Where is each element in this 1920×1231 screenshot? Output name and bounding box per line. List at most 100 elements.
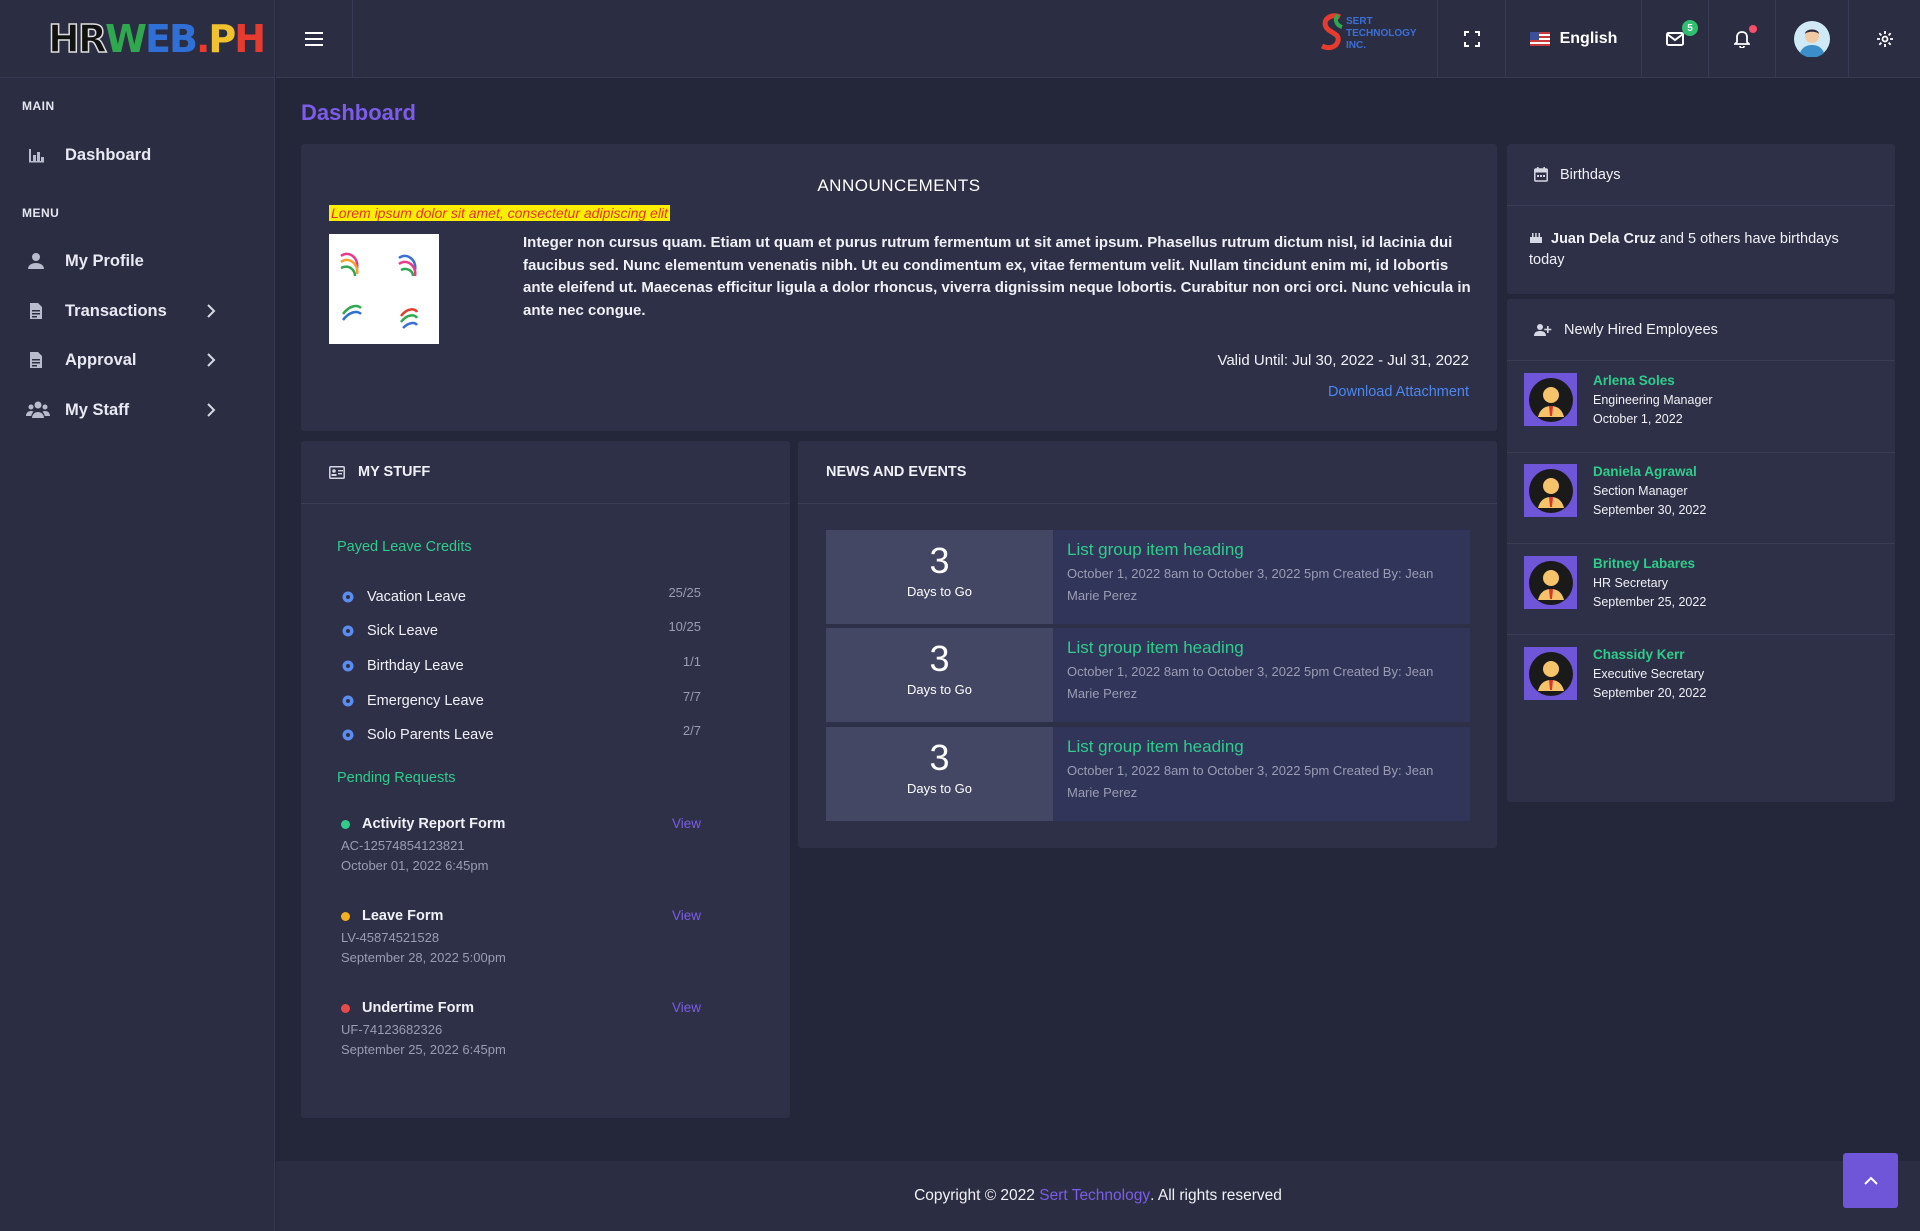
footer-company-link[interactable]: Sert Technology [1039, 1187, 1150, 1205]
announcement-valid-until: Valid Until: Jul 30, 2022 - Jul 31, 2022 [1217, 352, 1469, 369]
employee-item[interactable]: Chassidy Kerr Executive Secretary Septem… [1524, 637, 1894, 727]
leave-value: 2/7 [682, 723, 701, 738]
request-date: September 25, 2022 6:45pm [341, 1042, 506, 1057]
sidebar-section-main: MAIN [22, 99, 55, 113]
employee-name: Arlena Soles [1593, 373, 1675, 388]
settings-button[interactable] [1848, 0, 1920, 78]
document-icon [30, 352, 42, 368]
request-title: Undertime Form [362, 1000, 474, 1016]
footer-suffix: . All rights reserved [1150, 1187, 1282, 1204]
topbar: SERT TECHNOLOGY INC. English 5 [276, 0, 1920, 78]
days-label: Days to Go [906, 781, 973, 796]
avatar [1794, 21, 1830, 57]
news-text: List group item heading October 1, 2022 … [1067, 540, 1467, 607]
sidebar-item-my-profile[interactable]: My Profile [0, 241, 275, 281]
chevron-up-icon [1863, 1176, 1878, 1185]
pending-requests-heading: Pending Requests [337, 770, 456, 786]
birthdays-header: Birthdays [1507, 144, 1895, 206]
days-label: Days to Go [906, 682, 973, 697]
news-detail: October 1, 2022 8am to October 3, 2022 5… [1067, 664, 1434, 701]
leave-value: 25/25 [668, 585, 701, 600]
gear-icon [342, 591, 354, 603]
employee-item[interactable]: Arlena Soles Engineering Manager October… [1524, 363, 1894, 453]
language-selector[interactable]: English [1505, 0, 1641, 78]
employee-item[interactable]: Britney Labares HR Secretary September 2… [1524, 546, 1894, 636]
leave-row-birthday: Birthday Leave 1/1 [341, 654, 741, 676]
sidebar-item-dashboard[interactable]: Dashboard [0, 135, 275, 175]
employee-role: HR Secretary [1593, 576, 1669, 590]
us-flag-icon [1529, 32, 1550, 46]
sidebar-item-transactions[interactable]: Transactions [0, 291, 275, 331]
newly-hired-card: Newly Hired Employees Arlena Soles Engin… [1507, 299, 1895, 802]
language-label: English [1559, 30, 1618, 47]
chevron-right-icon [207, 403, 216, 417]
leave-label: Birthday Leave [367, 658, 464, 674]
menu-toggle-button[interactable] [276, 0, 353, 78]
view-request-link[interactable]: View [672, 816, 701, 831]
employee-item[interactable]: Daniela Agrawal Section Manager Septembe… [1524, 454, 1894, 544]
cake-icon [1530, 233, 1542, 243]
my-stuff-title: MY STUFF [358, 464, 431, 480]
notifications-button[interactable] [1708, 0, 1775, 78]
document-icon [30, 303, 42, 319]
request-title: Leave Form [362, 908, 444, 924]
bar-chart-icon [29, 149, 44, 163]
fullscreen-button[interactable] [1437, 0, 1505, 78]
request-item: Leave Form LV-45874521528 September 28, … [341, 908, 741, 968]
leave-row-solo-parents: Solo Parents Leave 2/7 [341, 723, 741, 745]
leave-label: Solo Parents Leave [367, 727, 494, 743]
birthdays-title: Birthdays [1560, 166, 1621, 183]
user-icon [28, 253, 44, 269]
view-request-link[interactable]: View [672, 1000, 701, 1015]
days-count: 3 [929, 540, 950, 581]
leave-label: Vacation Leave [367, 589, 466, 605]
user-plus-icon [1534, 323, 1552, 336]
employee-avatar-icon [1528, 560, 1573, 605]
announcement-thumbnail [340, 252, 419, 329]
news-events-header: NEWS AND EVENTS [798, 441, 1497, 504]
news-item[interactable]: 3 Days to Go List group item heading Oct… [826, 628, 1470, 722]
view-request-link[interactable]: View [672, 908, 701, 923]
leave-value: 1/1 [682, 654, 701, 669]
leave-row-emergency: Emergency Leave 7/7 [341, 689, 741, 711]
announcement-highlight: Lorem ipsum dolor sit amet, consectetur … [329, 205, 670, 221]
request-code: UF-74123682326 [341, 1022, 443, 1037]
employee-role: Executive Secretary [1593, 667, 1705, 681]
gear-icon [1876, 31, 1893, 47]
news-text: List group item heading October 1, 2022 … [1067, 737, 1467, 804]
sidebar-item-label: Approval [65, 350, 137, 369]
request-date: October 01, 2022 6:45pm [341, 858, 489, 873]
back-to-top-button[interactable] [1843, 1153, 1898, 1208]
employee-hire-date: September 25, 2022 [1593, 595, 1707, 609]
bell-icon [1734, 31, 1750, 48]
messages-button[interactable]: 5 [1641, 0, 1708, 78]
company-logo-text: SERT TECHNOLOGY INC. [1346, 16, 1417, 51]
user-avatar-button[interactable] [1775, 0, 1848, 78]
employee-avatar-icon [1528, 377, 1573, 422]
news-countdown: 3 Days to Go [826, 628, 1053, 722]
employee-avatar-icon [1528, 468, 1573, 513]
leave-row-vacation: Vacation Leave 25/25 [341, 585, 741, 607]
leave-row-sick: Sick Leave 10/25 [341, 619, 741, 641]
request-item: Activity Report Form AC-12574854123821 O… [341, 816, 741, 876]
sidebar-item-my-staff[interactable]: My Staff [0, 390, 275, 430]
birthdays-message: Juan Dela Cruz and 5 others have birthda… [1529, 229, 1874, 271]
news-item[interactable]: 3 Days to Go List group item heading Oct… [826, 530, 1470, 624]
sidebar-item-approval[interactable]: Approval [0, 340, 275, 380]
news-item[interactable]: 3 Days to Go List group item heading Oct… [826, 727, 1470, 821]
gear-icon [342, 729, 354, 741]
app-logo[interactable]: HRWEB.PH [0, 0, 274, 78]
gear-icon [342, 695, 354, 707]
avatar [1524, 647, 1577, 700]
company-logo-mark [1320, 13, 1343, 51]
leave-value: 10/25 [668, 619, 701, 634]
company-logo: SERT TECHNOLOGY INC. [1314, 10, 1434, 68]
newly-hired-header: Newly Hired Employees [1507, 299, 1895, 361]
news-countdown: 3 Days to Go [826, 530, 1053, 624]
divider [1507, 452, 1895, 453]
avatar [1524, 464, 1577, 517]
download-attachment-link[interactable]: Download Attachment [1328, 384, 1469, 400]
envelope-icon [1666, 32, 1684, 46]
news-text: List group item heading October 1, 2022 … [1067, 638, 1467, 705]
divider [1507, 543, 1895, 544]
